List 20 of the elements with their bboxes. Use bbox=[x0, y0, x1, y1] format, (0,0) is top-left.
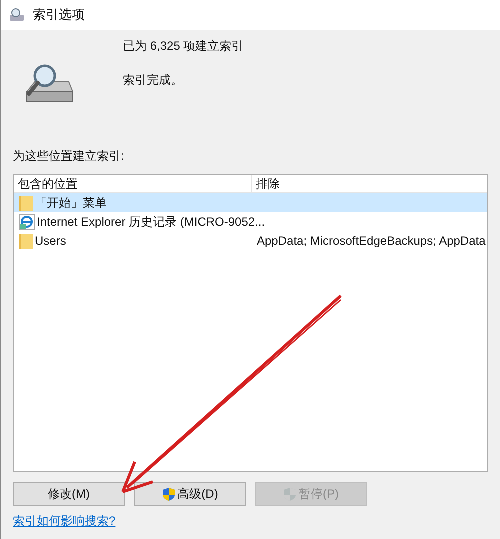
exclude-text: AppData; MicrosoftEdgeBackups; AppData bbox=[256, 232, 486, 250]
browser-icon bbox=[19, 214, 35, 230]
location-row[interactable]: Internet Explorer 历史记录 (MICRO-9052... bbox=[14, 212, 487, 231]
folder-icon bbox=[19, 232, 33, 248]
location-text: Internet Explorer 历史记录 (MICRO-9052... bbox=[37, 214, 266, 230]
drive-search-icon bbox=[9, 8, 25, 22]
index-status-text: 索引完成。 bbox=[123, 72, 184, 88]
column-header[interactable]: 包含的位置 bbox=[14, 175, 252, 192]
dialog-button[interactable]: 高级(D) bbox=[134, 482, 246, 506]
help-link[interactable]: 索引如何影响搜索? bbox=[13, 514, 116, 528]
folder-icon bbox=[19, 194, 33, 210]
location-row[interactable]: Users AppData; MicrosoftEdgeBackups; AppData bbox=[14, 231, 487, 250]
location-text: 「开始」菜单 bbox=[35, 194, 107, 212]
locations-label: 为这些位置建立索引: bbox=[13, 149, 124, 163]
indexed-count-text: 已为 6,325 项建立索引 bbox=[123, 38, 244, 54]
column-header[interactable]: 排除 bbox=[252, 175, 487, 192]
location-row[interactable]: 「开始」菜单 bbox=[14, 193, 487, 212]
dialog-button[interactable]: 修改(M) bbox=[13, 482, 125, 506]
window-title: 索引选项 bbox=[33, 6, 85, 24]
location-text: Users bbox=[35, 232, 66, 250]
